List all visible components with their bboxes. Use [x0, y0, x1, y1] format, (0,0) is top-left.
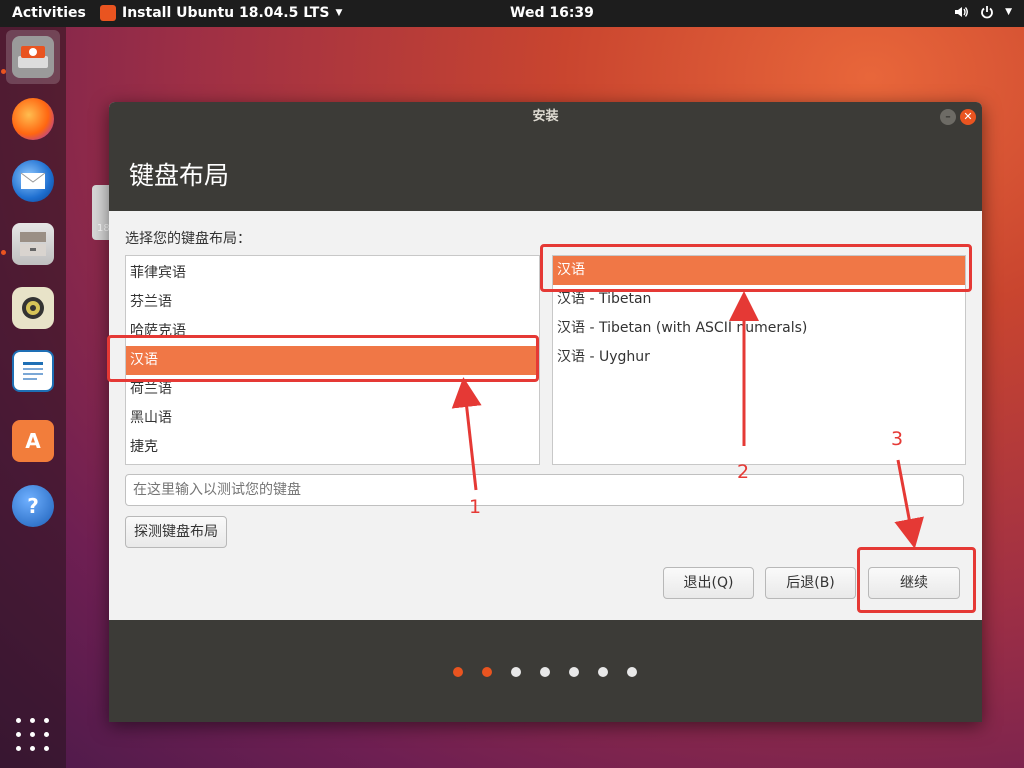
content-area: 选择您的键盘布局： 菲律宾语 芬兰语 哈萨克语 汉语 荷兰语 黑山语 捷克 汉语…	[109, 211, 982, 620]
list-item[interactable]: 汉语 - Uyghur	[553, 343, 965, 372]
files-icon	[12, 223, 54, 265]
window-titlebar[interactable]: 安装 – ✕	[109, 102, 982, 132]
list-item[interactable]: 汉语 - Tibetan	[553, 285, 965, 314]
chevron-down-icon: ▼	[1005, 7, 1012, 17]
installer-window: 安装 – ✕ 键盘布局 选择您的键盘布局： 菲律宾语 芬兰语 哈萨克语 汉语 荷…	[109, 102, 982, 722]
software-center-icon: A	[12, 420, 54, 462]
rhythmbox-icon	[12, 287, 54, 329]
close-button[interactable]: ✕	[960, 109, 976, 125]
running-indicator	[1, 69, 6, 74]
progress-dot	[598, 667, 608, 677]
dock-help[interactable]: ?	[6, 479, 60, 533]
layout-variant-list[interactable]: 汉语 汉语 - Tibetan 汉语 - Tibetan (with ASCII…	[552, 255, 966, 465]
volume-icon	[955, 7, 969, 17]
power-icon	[981, 6, 993, 19]
list-item[interactable]: 汉语 - Tibetan (with ASCII numerals)	[553, 314, 965, 343]
app-menu-label: Install Ubuntu 18.04.5 LTS	[122, 5, 330, 21]
progress-dot	[627, 667, 637, 677]
window-title: 安装	[532, 109, 559, 124]
list-item[interactable]: 菲律宾语	[126, 259, 539, 288]
back-button[interactable]: 后退(B)	[765, 567, 856, 599]
app-menu[interactable]: Install Ubuntu 18.04.5 LTS ▼	[100, 5, 342, 21]
minimize-button[interactable]: –	[940, 109, 956, 125]
chevron-down-icon: ▼	[335, 8, 343, 18]
background-window-text: 18	[97, 223, 110, 234]
annotation-label-2: 2	[737, 461, 750, 483]
writer-icon	[12, 350, 54, 392]
progress-dot	[511, 667, 521, 677]
list-item[interactable]: 捷克	[126, 433, 539, 462]
layout-prompt: 选择您的键盘布局：	[125, 231, 251, 247]
dock-software-center[interactable]: A	[6, 414, 60, 468]
layout-language-list[interactable]: 菲律宾语 芬兰语 哈萨克语 汉语 荷兰语 黑山语 捷克	[125, 255, 540, 465]
dock-writer[interactable]	[6, 344, 60, 398]
show-applications-icon[interactable]	[16, 718, 50, 752]
annotation-label-1: 1	[469, 496, 482, 518]
detect-layout-button[interactable]: 探测键盘布局	[125, 516, 227, 548]
progress-dot-complete	[453, 667, 463, 677]
progress-dot-complete	[482, 667, 492, 677]
list-item[interactable]: 黑山语	[126, 404, 539, 433]
list-item-selected[interactable]: 汉语	[553, 256, 965, 285]
dock-files[interactable]	[6, 217, 60, 271]
installer-app-icon	[100, 5, 116, 21]
dock-firefox[interactable]	[6, 92, 60, 146]
firefox-icon	[12, 98, 54, 140]
help-icon: ?	[12, 485, 54, 527]
annotation-label-3: 3	[891, 428, 904, 450]
progress-dot	[540, 667, 550, 677]
dock-thunderbird[interactable]	[6, 154, 60, 208]
continue-button[interactable]: 继续	[868, 567, 960, 599]
top-bar: Activities Install Ubuntu 18.04.5 LTS ▼ …	[0, 0, 1024, 27]
list-item-selected[interactable]: 汉语	[126, 346, 539, 375]
dock: A ?	[0, 27, 66, 768]
list-item[interactable]: 荷兰语	[126, 375, 539, 404]
clock[interactable]: Wed 16:39	[510, 5, 594, 21]
thunderbird-icon	[12, 160, 54, 202]
activities-button[interactable]: Activities	[12, 5, 86, 21]
keyboard-test-input[interactable]	[125, 474, 964, 506]
list-item[interactable]: 哈萨克语	[126, 317, 539, 346]
page-title: 键盘布局	[129, 161, 230, 190]
page-header: 键盘布局	[109, 132, 982, 211]
system-menu[interactable]: ▼	[953, 4, 1012, 20]
dock-installer[interactable]	[6, 30, 60, 84]
quit-button[interactable]: 退出(Q)	[663, 567, 754, 599]
running-indicator	[1, 250, 6, 255]
progress-dot	[569, 667, 579, 677]
list-item[interactable]: 芬兰语	[126, 288, 539, 317]
dock-rhythmbox[interactable]	[6, 281, 60, 335]
installer-icon	[12, 36, 54, 78]
